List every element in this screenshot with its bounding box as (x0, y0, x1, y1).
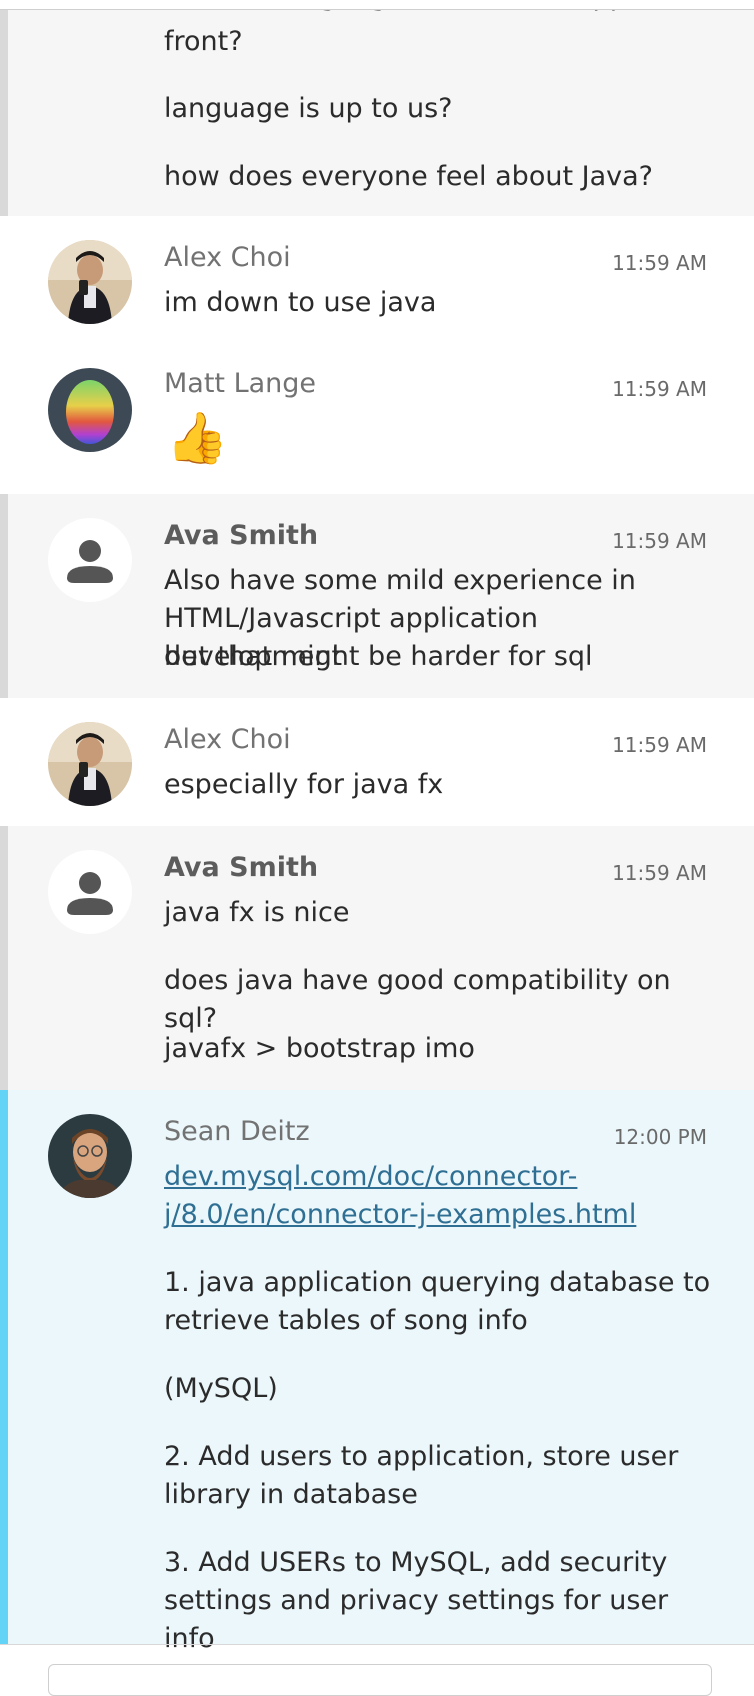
timestamp: 11:59 AM (612, 733, 707, 757)
message-text: javafx > bootstrap imo (164, 1033, 475, 1064)
divider (0, 1644, 754, 1645)
message-text: language is up to us? (164, 93, 453, 124)
message-text: Also have some mild experience in (164, 565, 636, 596)
message-text: java fx is nice (164, 897, 350, 928)
timestamp: 11:59 AM (612, 251, 707, 275)
message-item: Ava Smith 11:59 AM java fx is nice does … (0, 826, 754, 1090)
message-text: (MySQL) (164, 1373, 278, 1404)
message-text: im down to use java (164, 287, 437, 318)
message-text: 3. Add USERs to MySQL, add security (164, 1547, 668, 1578)
timestamp: 11:59 AM (612, 377, 707, 401)
timestamp: 12:00 PM (613, 1125, 707, 1149)
avatar-matt-lange[interactable] (48, 368, 132, 452)
author-name[interactable]: Alex Choi (164, 724, 291, 756)
timestamp: 11:59 AM (612, 529, 707, 553)
message-item: Alex Choi 11:59 AM im down to use java (0, 216, 754, 342)
avatar-sean-deitz[interactable] (48, 1114, 132, 1198)
message-item-highlighted: Sean Deitz 12:00 PM dev.mysql.com/doc/co… (0, 1090, 754, 1654)
message-text: especially for java fx (164, 769, 444, 800)
message-text: library in database (164, 1479, 418, 1510)
message-group: another language to build the applicatio… (0, 0, 754, 216)
author-name[interactable]: Matt Lange (164, 368, 316, 400)
avatar-ava-smith[interactable] (48, 850, 132, 934)
message-text: 2. Add users to application, store user (164, 1441, 679, 1472)
timestamp: 11:59 AM (612, 861, 707, 885)
message-text: retrieve tables of song info (164, 1305, 528, 1336)
message-item: Alex Choi 11:59 AM especially for java f… (0, 698, 754, 826)
author-name[interactable]: Ava Smith (164, 852, 318, 884)
avatar-alex-choi[interactable] (48, 722, 132, 806)
message-link[interactable]: j/8.0/en/connector-j-examples.html (164, 1196, 724, 1234)
avatar-alex-choi[interactable] (48, 240, 132, 324)
message-text: does java have good compatibility on sql… (164, 965, 671, 1034)
author-name[interactable]: Alex Choi (164, 242, 291, 274)
message-text: but that might be harder for sql (164, 641, 593, 672)
author-name[interactable]: Sean Deitz (164, 1116, 310, 1148)
avatar-ava-smith[interactable] (48, 518, 132, 602)
message-link[interactable]: dev.mysql.com/doc/connector- (164, 1158, 724, 1196)
author-name[interactable]: Ava Smith (164, 520, 318, 552)
header-edge (0, 0, 754, 10)
message-text: settings and privacy settings for user i… (164, 1585, 669, 1654)
message-text: front? (164, 26, 243, 57)
thumbs-up-emoji-icon: 👍 (166, 409, 229, 467)
message-item: Matt Lange 11:59 AM 👍 (0, 342, 754, 494)
message-text: 1. java application querying database to (164, 1267, 711, 1298)
message-input[interactable] (48, 1664, 712, 1696)
message-text: how does everyone feel about Java? (164, 161, 653, 192)
message-item: Ava Smith 11:59 AM Also have some mild e… (0, 494, 754, 698)
